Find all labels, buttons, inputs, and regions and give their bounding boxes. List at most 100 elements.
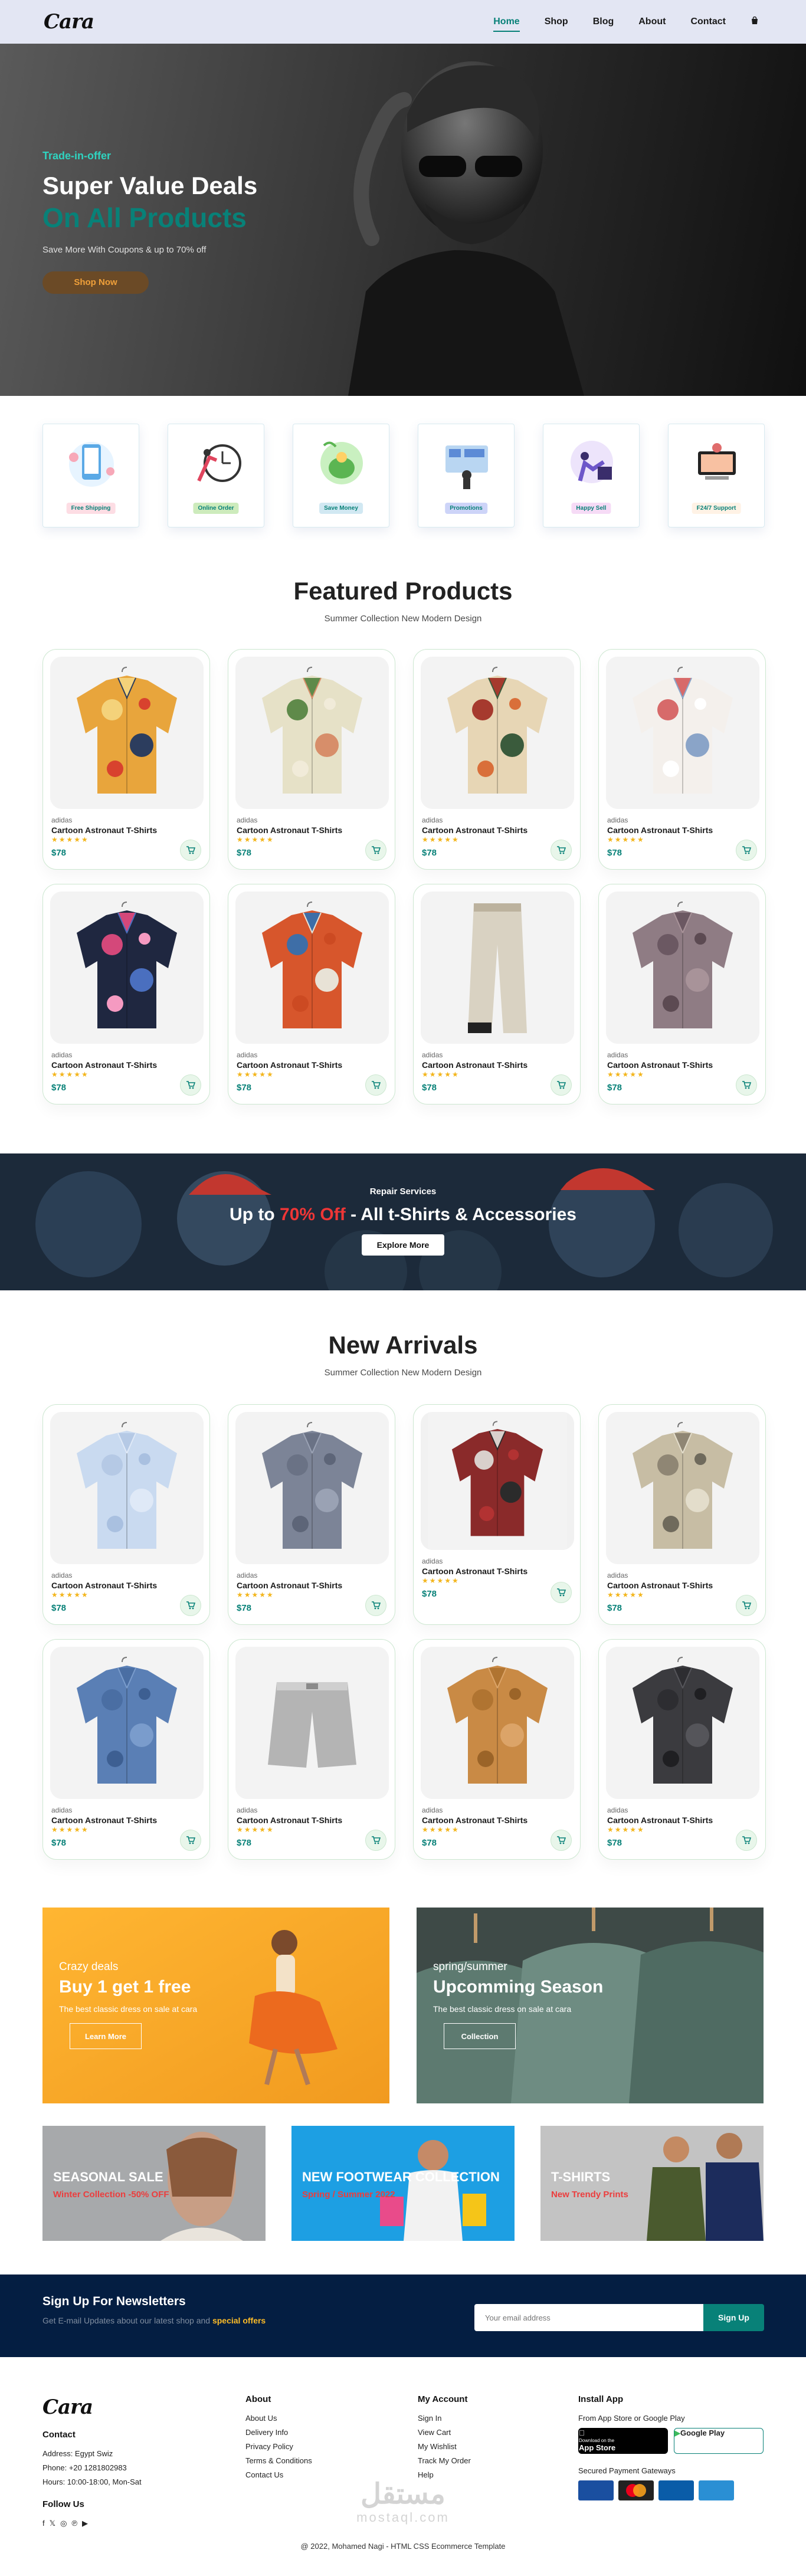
feature-promotions[interactable]: Promotions <box>418 424 515 527</box>
google-play-button[interactable]: ▶Google Play <box>674 2428 764 2454</box>
footer-link[interactable]: Terms & Conditions <box>245 2456 312 2465</box>
product-card[interactable]: adidas Cartoon Astronaut T-Shirts ★★★★★ … <box>228 884 395 1105</box>
add-to-cart-button[interactable] <box>180 1595 201 1616</box>
feature-save-money[interactable]: Save Money <box>293 424 389 527</box>
logo[interactable]: Cara <box>44 10 94 34</box>
product-card[interactable]: adidas Cartoon Astronaut T-Shirts ★★★★★ … <box>598 1639 766 1860</box>
add-to-cart-button[interactable] <box>551 1074 572 1096</box>
add-to-cart-button[interactable] <box>365 1074 386 1096</box>
product-image[interactable] <box>606 657 759 809</box>
learn-more-button[interactable]: Learn More <box>70 2023 142 2049</box>
product-card[interactable]: adidas Cartoon Astronaut T-Shirts ★★★★★ … <box>413 1639 581 1860</box>
add-to-cart-button[interactable] <box>551 1830 572 1851</box>
feature-support[interactable]: F24/7 Support <box>668 424 765 527</box>
add-to-cart-button[interactable] <box>736 840 757 861</box>
add-to-cart-button[interactable] <box>365 840 386 861</box>
add-to-cart-button[interactable] <box>551 1582 572 1603</box>
signup-button[interactable]: Sign Up <box>703 2304 764 2331</box>
nav-contact[interactable]: Contact <box>690 13 726 31</box>
pinterest-icon[interactable]: ℗ <box>71 2519 77 2528</box>
product-card[interactable]: adidas Cartoon Astronaut T-Shirts ★★★★★ … <box>228 1639 395 1860</box>
add-to-cart-button[interactable] <box>736 1074 757 1096</box>
add-to-cart-button[interactable] <box>736 1830 757 1851</box>
newsletter-email-input[interactable] <box>474 2304 703 2331</box>
product-card[interactable]: adidas Cartoon Astronaut T-Shirts ★★★★★ … <box>413 884 581 1105</box>
nav-shop[interactable]: Shop <box>545 13 568 31</box>
nav-about[interactable]: About <box>638 13 666 31</box>
product-image[interactable] <box>421 657 574 809</box>
product-price: $78 <box>237 1083 252 1093</box>
footer-link[interactable]: About Us <box>245 2414 312 2423</box>
youtube-icon[interactable]: ▶ <box>82 2519 88 2528</box>
add-to-cart-button[interactable] <box>180 1830 201 1851</box>
product-image[interactable] <box>235 892 389 1044</box>
product-brand: adidas <box>237 1051 258 1059</box>
add-to-cart-button[interactable] <box>551 840 572 861</box>
collection-button[interactable]: Collection <box>444 2023 516 2049</box>
product-image[interactable] <box>235 1647 389 1799</box>
product-card[interactable]: adidas Cartoon Astronaut T-Shirts ★★★★★ … <box>228 649 395 870</box>
product-card[interactable]: adidas Cartoon Astronaut T-Shirts ★★★★★ … <box>42 649 210 870</box>
product-image[interactable] <box>606 892 759 1044</box>
rating-stars: ★★★★★ <box>51 1591 89 1599</box>
product-name: Cartoon Astronaut T-Shirts <box>607 1815 713 1825</box>
add-to-cart-button[interactable] <box>736 1595 757 1616</box>
feature-label: Promotions <box>445 503 487 514</box>
google-play-label: Google Play <box>680 2428 725 2437</box>
product-brand: adidas <box>422 1557 443 1565</box>
product-price: $78 <box>422 1083 437 1093</box>
hero-kicker: Trade-in-offer <box>42 150 112 162</box>
footer-logo[interactable]: Cara <box>42 2395 142 2419</box>
product-image[interactable] <box>606 1412 759 1564</box>
feature-happy-sell[interactable]: Happy Sell <box>543 424 640 527</box>
footer-link[interactable]: Contact Us <box>245 2470 312 2479</box>
product-card[interactable]: adidas Cartoon Astronaut T-Shirts ★★★★★ … <box>42 1404 210 1625</box>
product-card[interactable]: adidas Cartoon Astronaut T-Shirts ★★★★★ … <box>413 649 581 870</box>
add-to-cart-button[interactable] <box>180 840 201 861</box>
twitter-icon[interactable]: 𝕏 <box>50 2519 55 2528</box>
facebook-icon[interactable]: f <box>42 2519 45 2528</box>
product-card[interactable]: adidas Cartoon Astronaut T-Shirts ★★★★★ … <box>42 1639 210 1860</box>
product-image[interactable] <box>606 1647 759 1799</box>
product-card[interactable]: adidas Cartoon Astronaut T-Shirts ★★★★★ … <box>598 1404 766 1625</box>
add-to-cart-button[interactable] <box>365 1595 386 1616</box>
nav-blog[interactable]: Blog <box>593 13 614 31</box>
shop-now-button[interactable]: Shop Now <box>42 271 149 294</box>
add-to-cart-button[interactable] <box>180 1074 201 1096</box>
app-store-label: App Store <box>579 2444 667 2452</box>
shopping-bag-icon[interactable] <box>751 13 759 31</box>
product-image[interactable] <box>50 892 204 1044</box>
product-image[interactable] <box>421 1412 574 1550</box>
footer-link[interactable]: View Cart <box>418 2428 471 2437</box>
save-money-icon <box>320 441 363 484</box>
product-card[interactable]: adidas Cartoon Astronaut T-Shirts ★★★★★ … <box>598 649 766 870</box>
footer-link[interactable]: Delivery Info <box>245 2428 312 2437</box>
product-image[interactable] <box>421 1647 574 1799</box>
nav-home[interactable]: Home <box>493 13 520 32</box>
footer-link[interactable]: Help <box>418 2470 471 2479</box>
feature-free-shipping[interactable]: Free Shipping <box>42 424 139 527</box>
cart-icon <box>557 1588 566 1597</box>
explore-more-button[interactable]: Explore More <box>361 1234 445 1256</box>
product-card[interactable]: adidas Cartoon Astronaut T-Shirts ★★★★★ … <box>42 884 210 1105</box>
product-card[interactable]: adidas Cartoon Astronaut T-Shirts ★★★★★ … <box>228 1404 395 1625</box>
product-card[interactable]: adidas Cartoon Astronaut T-Shirts ★★★★★ … <box>413 1404 581 1625</box>
watermark-url: mostaql.com <box>356 2510 450 2525</box>
feature-online-order[interactable]: Online Order <box>168 424 264 527</box>
product-card[interactable]: adidas Cartoon Astronaut T-Shirts ★★★★★ … <box>598 884 766 1105</box>
cart-icon <box>557 846 566 854</box>
footer-link[interactable]: Track My Order <box>418 2456 471 2465</box>
footer-link[interactable]: My Wishlist <box>418 2442 471 2451</box>
product-name: Cartoon Astronaut T-Shirts <box>422 1060 528 1070</box>
product-image[interactable] <box>235 657 389 809</box>
product-image[interactable] <box>235 1412 389 1564</box>
add-to-cart-button[interactable] <box>365 1830 386 1851</box>
product-image[interactable] <box>50 1412 204 1564</box>
footer-link[interactable]: Sign In <box>418 2414 471 2423</box>
product-image[interactable] <box>50 1647 204 1799</box>
app-store-button[interactable]: Download on theApp Store <box>578 2428 668 2454</box>
product-image[interactable] <box>421 892 574 1044</box>
footer-link[interactable]: Privacy Policy <box>245 2442 312 2451</box>
product-image[interactable] <box>50 657 204 809</box>
instagram-icon[interactable]: ◎ <box>60 2519 67 2528</box>
